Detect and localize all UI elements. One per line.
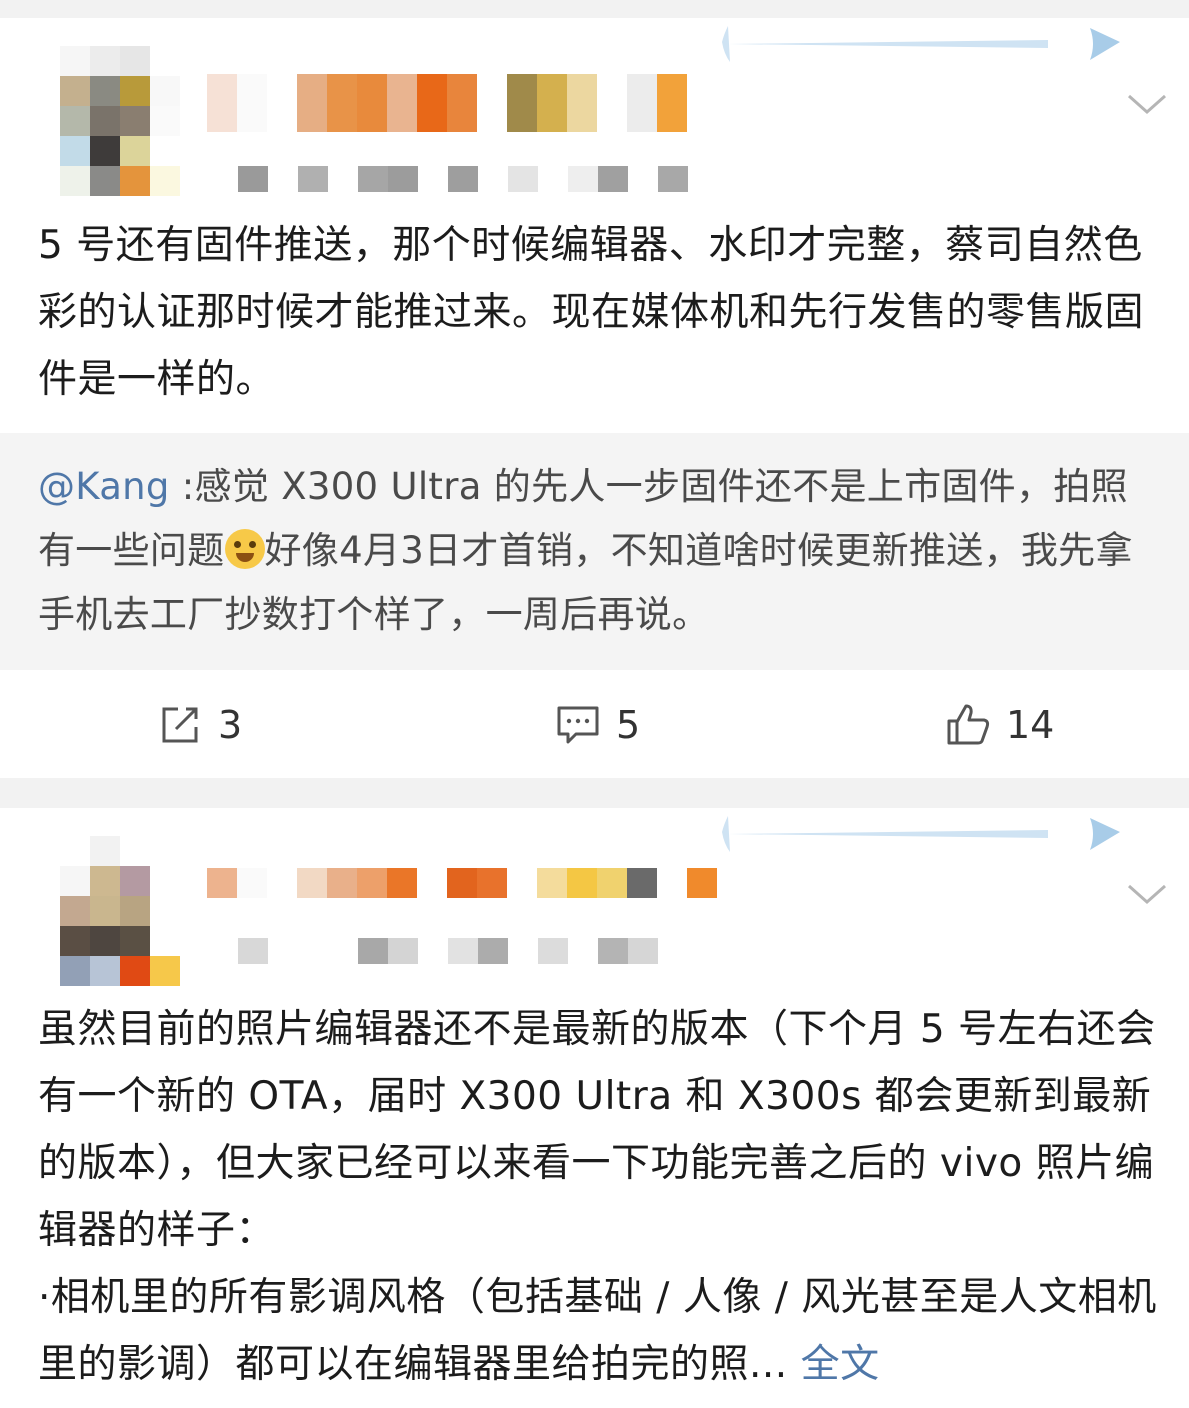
post-text: 虽然目前的照片编辑器还不是最新的版本（下个月 5 号左右还会有一个新的 OTA，… (38, 996, 1163, 1398)
comment-count: 5 (616, 703, 641, 747)
username-blurred[interactable] (207, 74, 687, 132)
retweet-box[interactable]: @Kang :感觉 X300 Ultra 的先人一步固件还不是上市固件，拍照有一… (0, 433, 1189, 670)
share-edit-icon (162, 707, 198, 743)
avatar[interactable] (60, 46, 180, 196)
share-count: 3 (218, 703, 243, 747)
card-decoration-icon (722, 816, 1120, 852)
retweet-text: @Kang :感觉 X300 Ultra 的先人一步固件还不是上市固件，拍照有一… (38, 455, 1163, 647)
like-button[interactable]: 14 (944, 700, 1054, 750)
mention-link[interactable]: @Kang (38, 465, 170, 508)
comment-bubble-icon (557, 706, 599, 744)
post-bullet: ·相机里的所有影调风格（包括基础 / 人像 / 风光甚至是人文相机里的影调）都可… (38, 1275, 1157, 1387)
username-blurred[interactable] (207, 868, 717, 898)
comment-button[interactable]: 5 (554, 700, 640, 750)
post-meta-blurred (238, 938, 658, 964)
avatar[interactable] (60, 836, 180, 986)
chevron-down-icon[interactable] (1125, 88, 1169, 118)
thumbs-up-icon (947, 704, 990, 745)
crying-face-emoji-icon (224, 529, 265, 569)
share-button[interactable]: 3 (156, 700, 242, 750)
post-card: 虽然目前的照片编辑器还不是最新的版本（下个月 5 号左右还会有一个新的 OTA，… (0, 808, 1189, 1408)
post-text-body: 虽然目前的照片编辑器还不是最新的版本（下个月 5 号左右还会有一个新的 OTA，… (38, 1007, 1156, 1253)
card-decoration-icon (722, 26, 1120, 62)
chevron-down-icon[interactable] (1125, 878, 1169, 908)
post-card: 5 号还有固件推送，那个时候编辑器、水印才完整，蔡司自然色彩的认证那时候才能推过… (0, 18, 1189, 778)
expand-full-text-link[interactable]: 全文 (801, 1342, 880, 1387)
post-meta-blurred (238, 166, 688, 192)
post-text: 5 号还有固件推送，那个时候编辑器、水印才完整，蔡司自然色彩的认证那时候才能推过… (38, 223, 1145, 402)
like-count: 14 (1006, 703, 1055, 747)
